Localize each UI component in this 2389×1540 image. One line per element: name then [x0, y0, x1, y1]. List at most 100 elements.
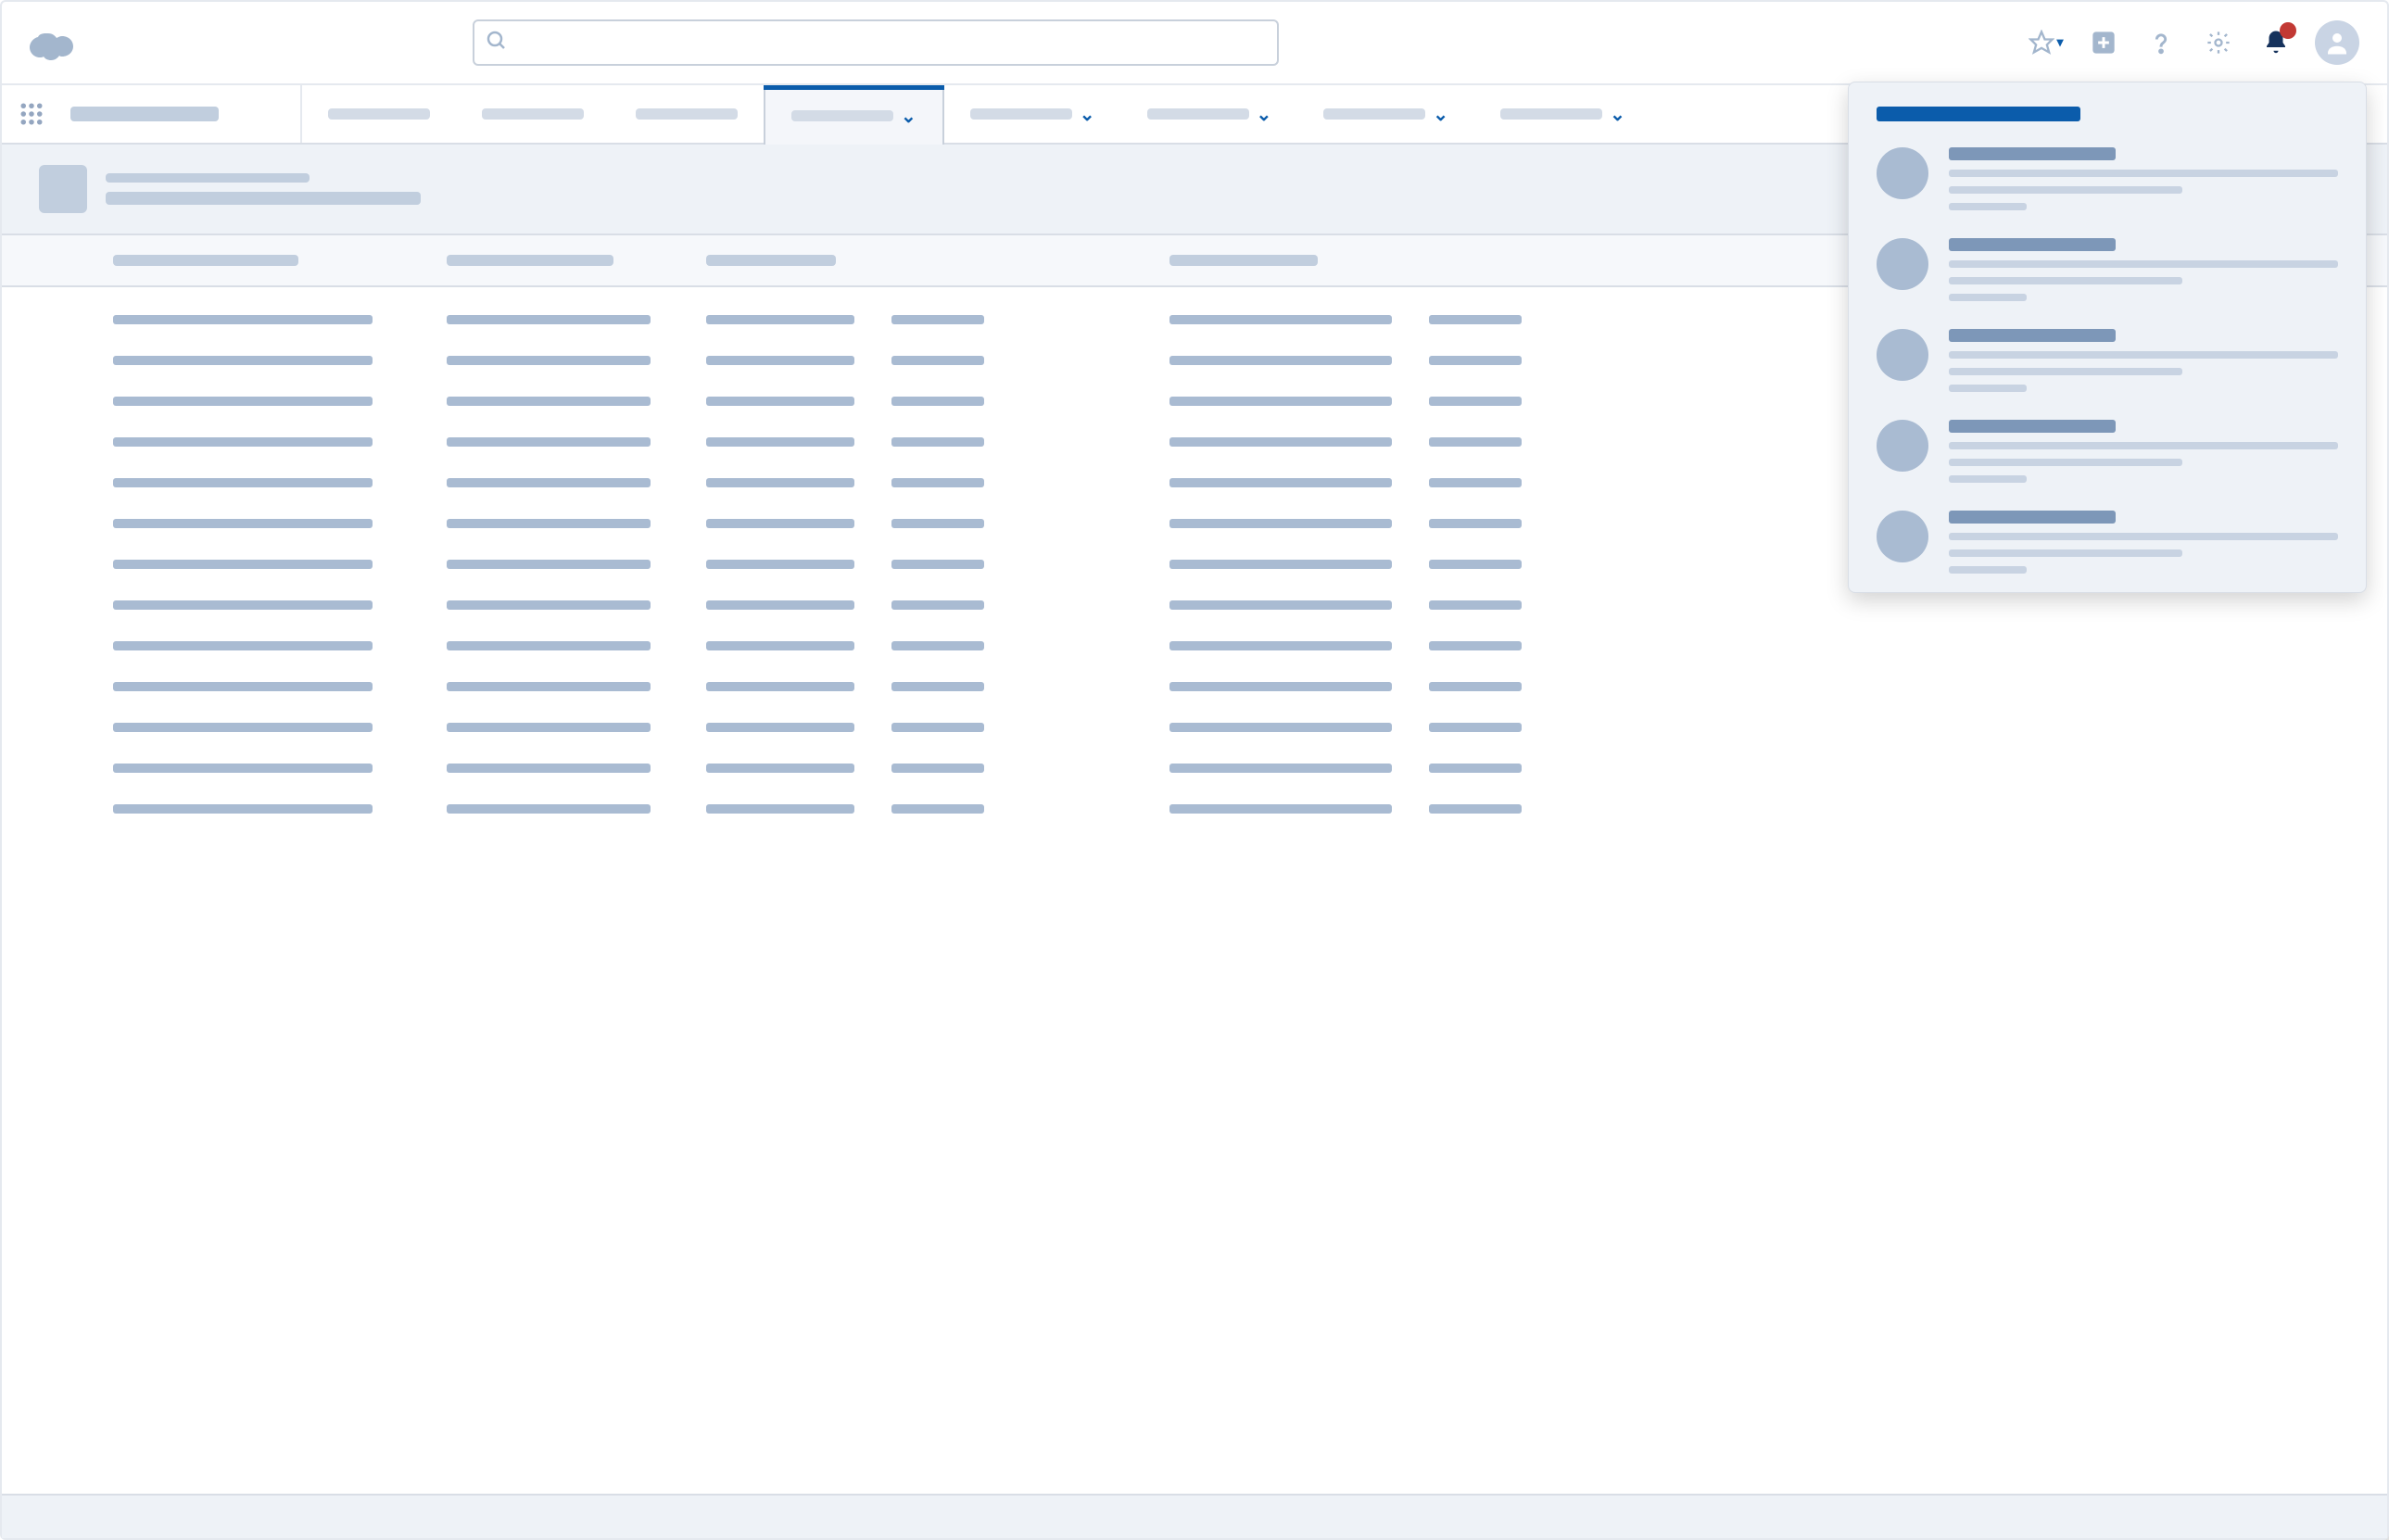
table-cell — [891, 356, 1169, 365]
help-button[interactable] — [2143, 24, 2180, 61]
chevron-down-icon[interactable]: ⌄ — [901, 105, 916, 127]
notification-item[interactable] — [1877, 511, 2338, 574]
table-cell — [1429, 804, 1577, 814]
table-cell — [1169, 682, 1429, 691]
table-row[interactable] — [113, 764, 2387, 773]
nav-tab-1[interactable] — [456, 85, 610, 143]
table-cell — [113, 723, 447, 732]
notification-line2 — [1949, 170, 2338, 177]
column-header-4[interactable] — [1169, 255, 1429, 266]
table-cell — [706, 437, 891, 447]
nav-tab-label — [791, 110, 893, 121]
notifications-panel-title — [1877, 107, 2338, 121]
notification-timestamp — [1949, 566, 2027, 574]
table-row[interactable] — [113, 641, 2387, 650]
table-row[interactable] — [113, 600, 2387, 610]
table-cell — [113, 437, 447, 447]
app-name — [61, 85, 302, 143]
chevron-down-icon[interactable]: ⌄ — [1610, 103, 1625, 125]
table-cell — [706, 682, 891, 691]
chevron-down-icon: ▾ — [2056, 35, 2063, 50]
nav-tab-7[interactable]: ⌄ — [1474, 85, 1651, 143]
chevron-down-icon[interactable]: ⌄ — [1080, 103, 1095, 125]
nav-tab-label — [1323, 108, 1425, 120]
column-header-2[interactable] — [706, 255, 891, 266]
table-cell — [1429, 356, 1577, 365]
global-add-button[interactable] — [2085, 24, 2122, 61]
nav-tab-label — [482, 108, 584, 120]
notification-line3 — [1949, 186, 2182, 194]
table-cell — [447, 682, 706, 691]
table-cell — [113, 315, 447, 324]
table-cell — [1429, 478, 1577, 487]
nav-tab-6[interactable]: ⌄ — [1297, 85, 1474, 143]
global-search-input[interactable] — [473, 19, 1279, 66]
table-cell — [1169, 315, 1429, 324]
table-cell — [447, 397, 706, 406]
table-row[interactable] — [113, 682, 2387, 691]
nav-tab-label — [328, 108, 430, 120]
notification-item[interactable] — [1877, 147, 2338, 210]
table-cell — [1429, 315, 1577, 324]
table-cell — [113, 641, 447, 650]
table-cell — [891, 641, 1169, 650]
notification-avatar — [1877, 238, 1928, 290]
table-cell — [447, 804, 706, 814]
object-icon — [39, 165, 87, 213]
table-cell — [891, 315, 1169, 324]
notification-timestamp — [1949, 385, 2027, 392]
table-cell — [891, 723, 1169, 732]
table-cell — [1169, 804, 1429, 814]
nav-tab-4[interactable]: ⌄ — [944, 85, 1121, 143]
notification-avatar — [1877, 511, 1928, 562]
table-cell — [447, 641, 706, 650]
table-cell — [706, 641, 891, 650]
profile-avatar[interactable] — [2315, 20, 2359, 65]
salesforce-cloud-logo[interactable] — [30, 22, 89, 63]
table-cell — [1429, 641, 1577, 650]
nav-tab-0[interactable] — [302, 85, 456, 143]
table-cell — [1429, 764, 1577, 773]
notification-body — [1949, 329, 2338, 392]
notification-line3 — [1949, 549, 2182, 557]
table-cell — [706, 764, 891, 773]
table-cell — [113, 356, 447, 365]
notification-title — [1949, 147, 2116, 160]
notification-avatar — [1877, 329, 1928, 381]
notification-item[interactable] — [1877, 329, 2338, 392]
nav-tab-5[interactable]: ⌄ — [1121, 85, 1298, 143]
column-header-1[interactable] — [447, 255, 706, 266]
nav-tab-label — [636, 108, 738, 120]
nav-tab-3[interactable]: ⌄ — [764, 85, 944, 145]
notification-item[interactable] — [1877, 238, 2338, 301]
notification-item[interactable] — [1877, 420, 2338, 483]
notification-timestamp — [1949, 475, 2027, 483]
favorites-button[interactable]: ▾ — [2028, 24, 2065, 61]
notification-badge — [2280, 22, 2296, 39]
table-cell — [891, 682, 1169, 691]
table-cell — [113, 600, 447, 610]
notifications-button[interactable] — [2257, 24, 2294, 61]
chevron-down-icon[interactable]: ⌄ — [1433, 103, 1448, 125]
table-cell — [447, 723, 706, 732]
app-launcher-button[interactable] — [2, 85, 61, 143]
column-header-0[interactable] — [113, 255, 447, 266]
notification-line3 — [1949, 277, 2182, 284]
table-cell — [113, 519, 447, 528]
table-cell — [706, 804, 891, 814]
table-cell — [1429, 437, 1577, 447]
notification-line2 — [1949, 533, 2338, 540]
table-row[interactable] — [113, 723, 2387, 732]
table-row[interactable] — [113, 804, 2387, 814]
table-cell — [706, 397, 891, 406]
table-cell — [891, 437, 1169, 447]
chevron-down-icon[interactable]: ⌄ — [1257, 103, 1272, 125]
setup-button[interactable] — [2200, 24, 2237, 61]
nav-tab-2[interactable] — [610, 85, 764, 143]
table-cell — [447, 600, 706, 610]
header-actions: ▾ — [2028, 20, 2359, 65]
table-cell — [447, 560, 706, 569]
table-cell — [891, 397, 1169, 406]
table-cell — [891, 764, 1169, 773]
table-cell — [447, 764, 706, 773]
